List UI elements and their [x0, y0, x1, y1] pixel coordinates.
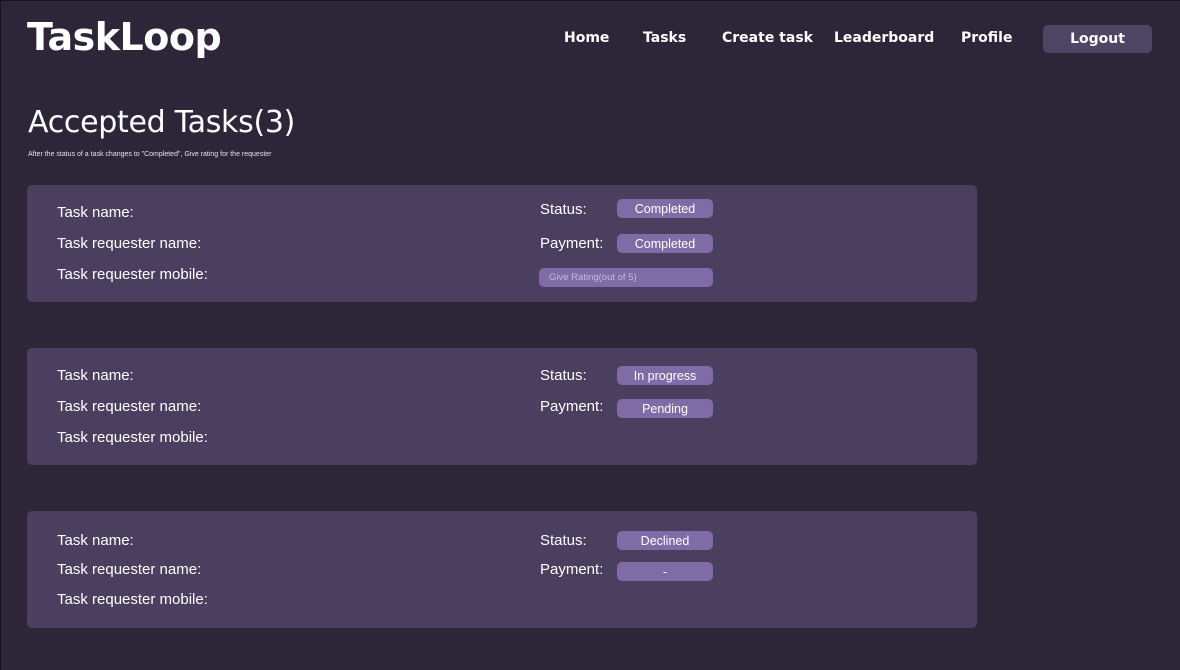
status-label: Status:: [540, 201, 587, 218]
task-card: Task name: Task requester name: Task req…: [27, 348, 977, 465]
nav-profile[interactable]: Profile: [961, 30, 1012, 46]
payment-badge: Pending: [617, 399, 713, 418]
nav-home[interactable]: Home: [564, 30, 609, 46]
status-label: Status:: [540, 367, 587, 384]
requester-name-label: Task requester name:: [57, 561, 202, 578]
rating-input[interactable]: [539, 268, 713, 287]
requester-mobile-label: Task requester mobile:: [57, 266, 208, 283]
requester-name-label: Task requester name:: [57, 398, 202, 415]
payment-badge: -: [617, 562, 713, 581]
nav-tasks[interactable]: Tasks: [643, 30, 686, 46]
page-subtitle: After the status of a task changes to "C…: [28, 151, 272, 158]
task-name-label: Task name:: [57, 367, 134, 384]
payment-label: Payment:: [540, 561, 604, 578]
nav-create-task[interactable]: Create task: [722, 30, 813, 46]
page: TaskLoop Home Tasks Create task Leaderbo…: [0, 0, 1180, 670]
task-name-label: Task name:: [57, 204, 134, 221]
requester-mobile-label: Task requester mobile:: [57, 429, 208, 446]
nav-leaderboard[interactable]: Leaderboard: [834, 30, 934, 46]
top-nav: Home Tasks Create task Leaderboard Profi…: [1, 25, 1180, 53]
status-label: Status:: [540, 532, 587, 549]
requester-mobile-label: Task requester mobile:: [57, 591, 208, 608]
payment-label: Payment:: [540, 398, 604, 415]
page-title: Accepted Tasks(3): [28, 105, 296, 140]
status-badge: In progress: [617, 366, 713, 385]
task-card: Task name: Task requester name: Task req…: [27, 185, 977, 302]
status-badge: Completed: [617, 199, 713, 218]
logout-button[interactable]: Logout: [1043, 25, 1152, 53]
status-badge: Declined: [617, 531, 713, 550]
payment-badge: Completed: [617, 234, 713, 253]
task-name-label: Task name:: [57, 532, 134, 549]
requester-name-label: Task requester name:: [57, 235, 202, 252]
payment-label: Payment:: [540, 235, 604, 252]
task-card: Task name: Task requester name: Task req…: [27, 511, 977, 628]
